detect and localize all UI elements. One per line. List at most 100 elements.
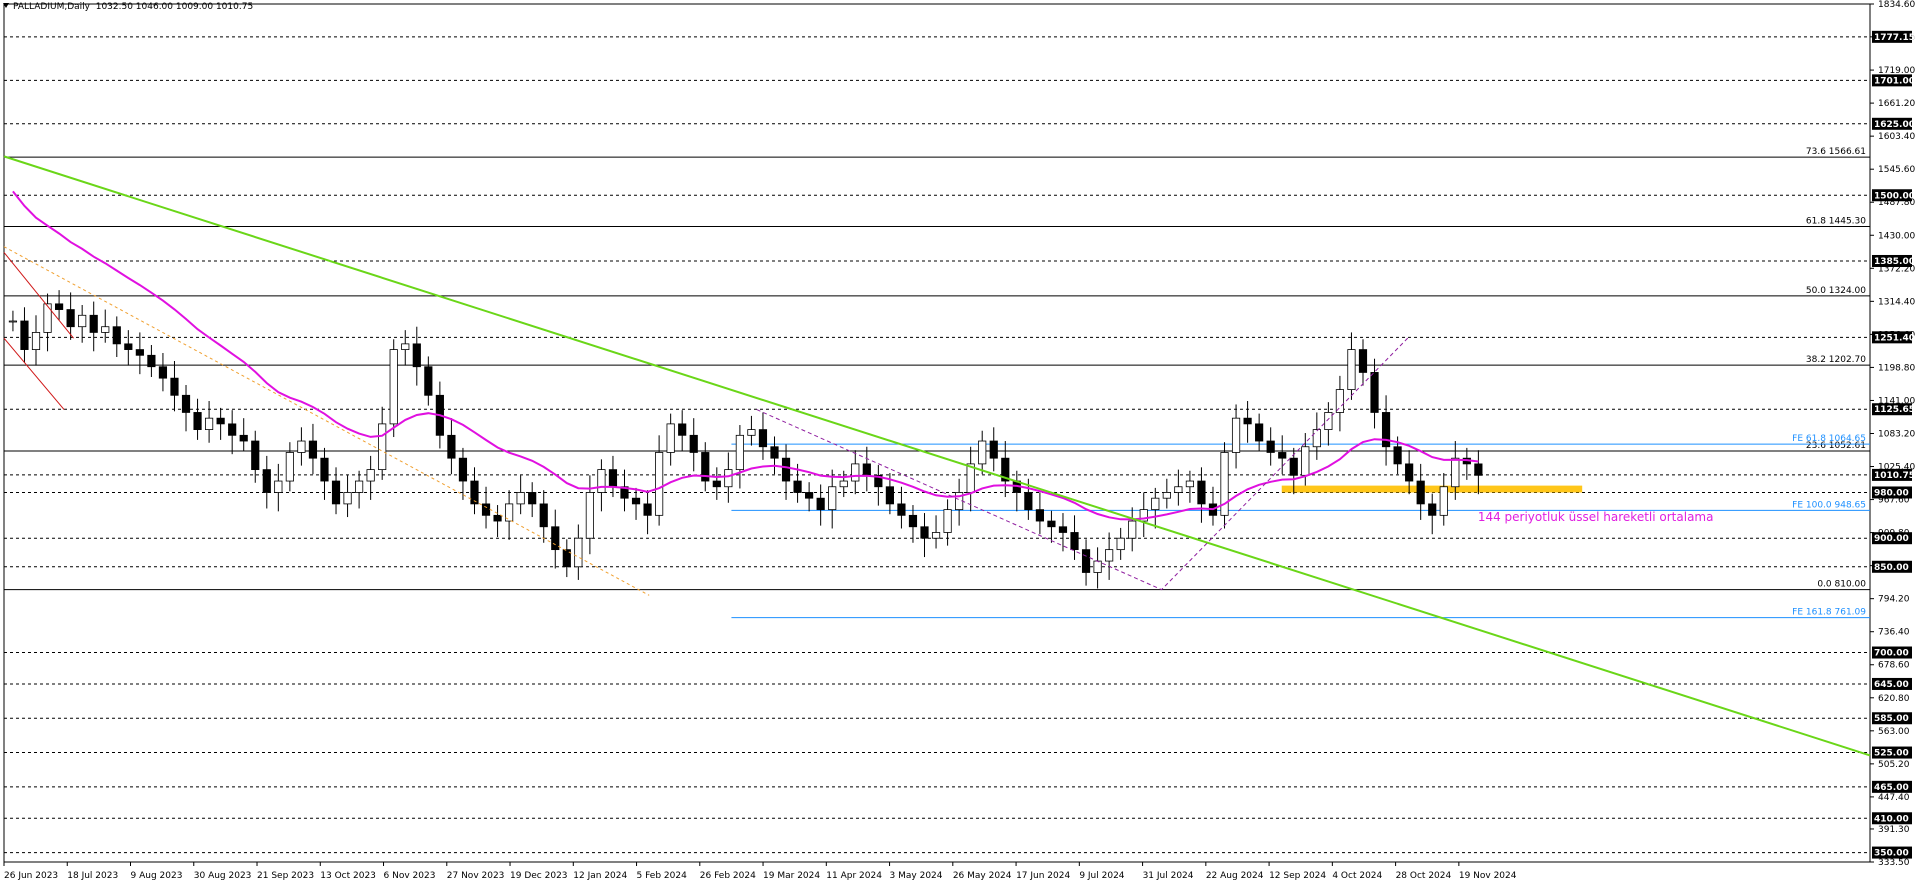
y-tick-label: 447.40: [1878, 793, 1910, 803]
candle-body: [528, 492, 537, 505]
x-tick-label: 18 Jul 2023: [67, 871, 118, 881]
candle-body: [193, 412, 202, 430]
candle-body: [1428, 503, 1437, 516]
x-tick-label: 31 Jul 2024: [1143, 871, 1194, 881]
candle-body: [251, 440, 260, 471]
candle-body: [1081, 549, 1091, 573]
candle-body: [643, 503, 652, 516]
fib-label: 61.8 1445.30: [1806, 217, 1866, 227]
candle-body: [481, 503, 491, 516]
plot-frame: [3, 3, 1871, 863]
y-tick-label: 391.30: [1878, 825, 1910, 835]
x-tick-label: 6 Nov 2023: [384, 871, 436, 881]
candle-body: [1347, 349, 1356, 390]
candle-body: [516, 492, 525, 505]
x-tick-label: 17 Jun 2024: [1016, 871, 1070, 881]
candle-body: [112, 326, 121, 345]
fe-label: FE 61.8 1064.65: [1792, 434, 1866, 444]
y-tick-label: 505.20: [1878, 760, 1910, 770]
level-badge-label: 525.00: [1874, 749, 1909, 759]
x-tick-label: 11 Apr 2024: [826, 871, 882, 881]
candle-body: [1289, 457, 1298, 476]
candle-body: [54, 303, 64, 310]
fib-label: 50.0 1324.00: [1806, 286, 1866, 296]
candle-body: [1128, 520, 1137, 539]
level-badge-label: 465.00: [1874, 783, 1909, 793]
candle-body: [1162, 492, 1171, 499]
candle-body: [851, 463, 860, 482]
candle-body: [816, 497, 825, 511]
candle-body: [135, 349, 144, 356]
candle-body: [551, 526, 560, 551]
candle-body: [747, 429, 756, 436]
red-channel-line: [3, 252, 74, 339]
level-badge-label: 585.00: [1874, 714, 1909, 724]
y-tick-label: 678.60: [1878, 661, 1910, 671]
support-zone: [1281, 485, 1583, 493]
candle-body: [931, 532, 941, 539]
candle-body: [1405, 463, 1414, 482]
candle-body: [401, 343, 410, 350]
candle-body: [424, 366, 433, 396]
candle-body: [78, 314, 87, 328]
candle-body: [666, 423, 675, 453]
x-tick-label: 19 Dec 2023: [510, 871, 568, 881]
candle-body: [1451, 457, 1460, 488]
level-badge-label: 980.00: [1874, 488, 1909, 498]
level-badge-label: 1500.00: [1874, 191, 1915, 201]
candle-body: [1474, 463, 1483, 476]
y-tick-label: 563.00: [1878, 727, 1910, 737]
fe-label: FE 100.0 948.65: [1792, 500, 1866, 510]
level-badge-label: 700.00: [1874, 649, 1909, 659]
y-tick-label: 1834.60: [1878, 0, 1915, 10]
candle-body: [943, 509, 952, 533]
x-tick-label: 26 Jun 2023: [4, 871, 58, 881]
trendline: [3, 155, 1871, 757]
candle-body: [389, 349, 398, 425]
y-tick-label: 1545.60: [1878, 165, 1915, 175]
candle-body: [1174, 486, 1183, 493]
candle-body: [793, 480, 802, 493]
y-tick-label: 1314.40: [1878, 297, 1915, 307]
ema-annotation: 144 periyotluk üssel hareketli ortalama: [1478, 510, 1714, 524]
candle-body: [1105, 549, 1114, 562]
candle-body: [378, 423, 387, 471]
candle-body: [758, 429, 768, 448]
y-tick-label: 1430.00: [1878, 231, 1915, 241]
level-badge-label: 850.00: [1874, 563, 1909, 573]
candle-body: [228, 423, 237, 436]
candle-body: [678, 423, 687, 436]
candle-body: [631, 497, 641, 505]
candle-body: [331, 480, 341, 505]
level-badge-label: 1625.00: [1874, 120, 1915, 130]
candle-body: [1243, 417, 1252, 425]
price-chart[interactable]: 1834.601777.151719.001661.201603.401545.…: [0, 0, 1916, 888]
candle-body: [366, 469, 375, 482]
candle-body: [447, 434, 456, 459]
candle-body: [343, 492, 352, 505]
candle-body: [124, 343, 133, 350]
candle-body: [828, 486, 837, 511]
candle-body: [216, 417, 225, 425]
x-tick-label: 19 Nov 2024: [1459, 871, 1517, 881]
candle-body: [66, 309, 75, 328]
x-tick-label: 3 May 2024: [890, 871, 943, 881]
y-tick-label: 794.20: [1878, 595, 1910, 605]
y-tick-label: 1198.80: [1878, 363, 1915, 373]
level-badge-label: 1251.40: [1874, 333, 1915, 343]
candle-body: [608, 469, 618, 488]
y-tick-label: 1661.20: [1878, 99, 1915, 109]
x-tick-label: 4 Oct 2024: [1332, 871, 1382, 881]
x-tick-label: 26 Feb 2024: [700, 871, 756, 881]
ema-line: [12, 190, 1479, 521]
candle-body: [1035, 509, 1044, 522]
level-badge-label: 350.00: [1874, 849, 1909, 859]
x-tick-label: 27 Nov 2023: [447, 871, 505, 881]
candle-body: [735, 434, 744, 471]
candle-body: [712, 480, 721, 488]
candle-body: [655, 452, 664, 516]
candle-body: [493, 514, 502, 522]
candle-body: [908, 514, 918, 528]
candle-body: [412, 343, 421, 368]
candle-body: [8, 320, 18, 323]
